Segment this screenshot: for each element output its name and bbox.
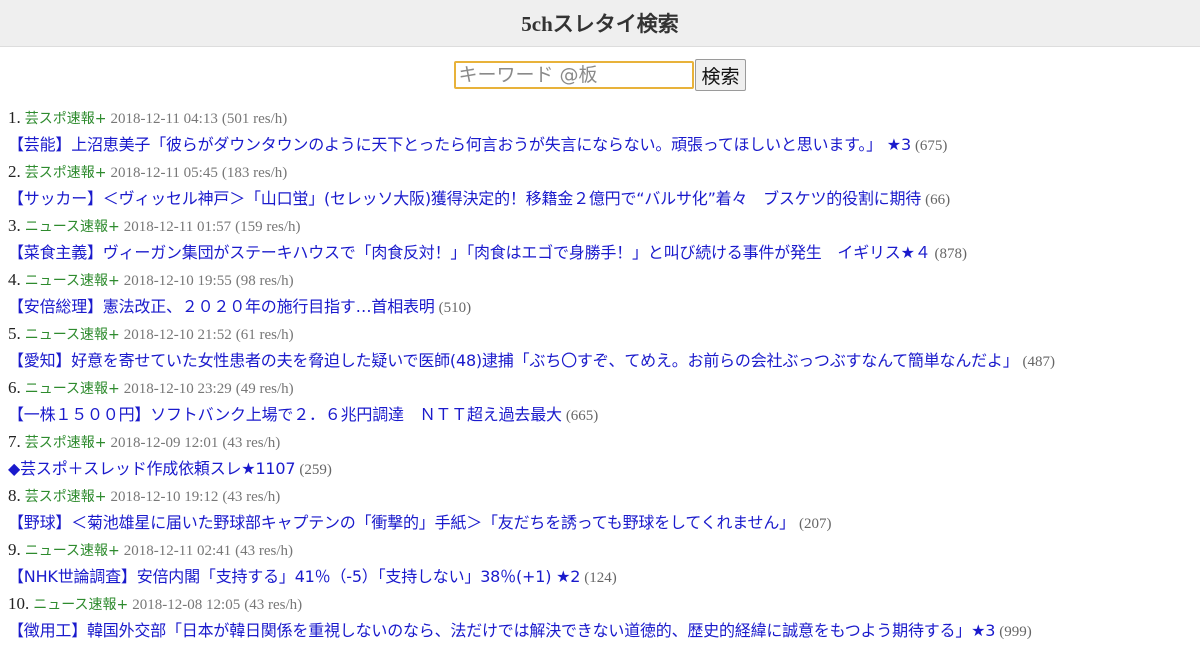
result-meta: 7. 芸スポ速報+ 2018-12-09 12:01 (43 res/h)	[8, 428, 1055, 455]
response-count: (124)	[584, 570, 617, 586]
response-count: (665)	[565, 408, 599, 424]
result-meta: 1. 芸スポ速報+ 2018-12-11 04:13 (501 res/h)	[8, 104, 1055, 131]
result-item: 4. ニュース速報+ 2018-12-10 19:55 (98 res/h) 【安…	[8, 266, 1055, 320]
response-count: (207)	[798, 516, 832, 532]
result-title-line: 【菜食主義】ヴィーガン集団がステーキハウスで「肉食反対！」「肉食はエゴで身勝手！…	[8, 239, 1055, 266]
result-number: 10.	[8, 594, 30, 613]
result-meta: 3. ニュース速報+ 2018-12-11 01:57 (159 res/h)	[8, 212, 1055, 239]
board-name: ニュース速報+	[24, 219, 120, 235]
result-timestamp: 2018-12-11 05:45	[110, 165, 218, 181]
thread-title-link[interactable]: 【芸能】上沼恵美子「彼らがダウンタウンのように天下とったら何言おうが失言にならな…	[8, 135, 911, 154]
thread-title-link[interactable]: 【菜食主義】ヴィーガン集団がステーキハウスで「肉食反対！」「肉食はエゴで身勝手！…	[8, 243, 931, 262]
result-rate: (49 res/h)	[235, 381, 294, 397]
site-title: 5chスレタイ検索	[521, 12, 679, 36]
result-item: 8. 芸スポ速報+ 2018-12-10 19:12 (43 res/h) 【野球…	[8, 482, 1055, 536]
result-timestamp: 2018-12-08 12:05	[132, 597, 241, 613]
thread-title-link[interactable]: 【一株１５００円】ソフトバンク上場で２．６兆円調達 ＮＴＴ超え過去最大	[8, 405, 562, 424]
result-timestamp: 2018-12-10 21:52	[123, 327, 232, 343]
result-number: 7.	[8, 432, 21, 451]
result-timestamp: 2018-12-11 01:57	[123, 219, 232, 235]
site-header: 5chスレタイ検索	[0, 0, 1200, 47]
response-count: (675)	[914, 138, 948, 154]
result-meta: 4. ニュース速報+ 2018-12-10 19:55 (98 res/h)	[8, 266, 1055, 293]
result-rate: (501 res/h)	[221, 111, 288, 127]
result-meta: 5. ニュース速報+ 2018-12-10 21:52 (61 res/h)	[8, 320, 1055, 347]
result-title-line: 【芸能】上沼恵美子「彼らがダウンタウンのように天下とったら何言おうが失言にならな…	[8, 131, 1055, 158]
result-number: 5.	[8, 324, 21, 343]
result-title-line: 【NHK世論調査】安倍内閣「支持する」41％（-5）「支持しない」38％(+1)…	[8, 563, 1055, 590]
result-item: 1. 芸スポ速報+ 2018-12-11 04:13 (501 res/h) 【芸…	[8, 104, 1055, 158]
response-count: (66)	[925, 192, 951, 208]
response-count: (487)	[1022, 354, 1056, 370]
result-rate: (43 res/h)	[222, 435, 281, 451]
result-item: 3. ニュース速報+ 2018-12-11 01:57 (159 res/h) 【…	[8, 212, 1055, 266]
board-name: ニュース速報+	[24, 273, 120, 289]
result-item: 7. 芸スポ速報+ 2018-12-09 12:01 (43 res/h) ◆芸ス…	[8, 428, 1055, 482]
board-name: 芸スポ速報+	[24, 111, 107, 127]
result-title-line: ◆芸スポ＋スレッド作成依頼スレ★1107 (259)	[8, 455, 1055, 482]
result-timestamp: 2018-12-10 19:55	[123, 273, 232, 289]
response-count: (510)	[438, 300, 472, 316]
response-count: (259)	[299, 462, 332, 478]
result-rate: (43 res/h)	[244, 597, 303, 613]
thread-title-link[interactable]: 【徴用工】韓国外交部「日本が韓日関係を重視しないのなら、法だけでは解決できない道…	[8, 621, 995, 640]
result-title-line: 【野球】＜菊池雄星に届いた野球部キャプテンの「衝撃的」手紙＞「友だちを誘っても野…	[8, 509, 1055, 536]
result-rate: (43 res/h)	[235, 543, 294, 559]
result-number: 6.	[8, 378, 21, 397]
result-number: 1.	[8, 108, 21, 127]
thread-title-link[interactable]: 【サッカー】＜ヴィッセル神戸＞「山口蛍」(セレッソ大阪)獲得決定的！移籍金２億円…	[8, 189, 921, 208]
result-title-line: 【愛知】好意を寄せていた女性患者の夫を脅迫した疑いで医師(48)逮捕「ぶち〇すぞ…	[8, 347, 1055, 374]
result-item: 10. ニュース速報+ 2018-12-08 12:05 (43 res/h) 【…	[8, 590, 1055, 644]
board-name: 芸スポ速報+	[24, 435, 107, 451]
result-number: 8.	[8, 486, 21, 505]
board-name: 芸スポ速報+	[24, 489, 107, 505]
result-item: 2. 芸スポ速報+ 2018-12-11 05:45 (183 res/h) 【サ…	[8, 158, 1055, 212]
search-input[interactable]	[454, 61, 695, 89]
result-rate: (43 res/h)	[222, 489, 281, 505]
board-name: 芸スポ速報+	[24, 165, 107, 181]
thread-title-link[interactable]: 【安倍総理】憲法改正、２０２０年の施行目指す…首相表明	[8, 297, 435, 316]
thread-title-link[interactable]: 【野球】＜菊池雄星に届いた野球部キャプテンの「衝撃的」手紙＞「友だちを誘っても野…	[8, 513, 795, 532]
result-title-line: 【一株１５００円】ソフトバンク上場で２．６兆円調達 ＮＴＴ超え過去最大 (665)	[8, 401, 1055, 428]
result-rate: (61 res/h)	[235, 327, 294, 343]
result-meta: 6. ニュース速報+ 2018-12-10 23:29 (49 res/h)	[8, 374, 1055, 401]
result-rate: (183 res/h)	[221, 165, 288, 181]
thread-title-link[interactable]: 【NHK世論調査】安倍内閣「支持する」41％（-5）「支持しない」38％(+1)…	[8, 567, 580, 586]
response-count: (878)	[934, 246, 968, 262]
search-bar: 検索	[0, 59, 1200, 91]
result-rate: (98 res/h)	[235, 273, 294, 289]
board-name: ニュース速報+	[24, 381, 120, 397]
result-meta: 9. ニュース速報+ 2018-12-11 02:41 (43 res/h)	[8, 536, 1055, 563]
result-meta: 8. 芸スポ速報+ 2018-12-10 19:12 (43 res/h)	[8, 482, 1055, 509]
result-item: 9. ニュース速報+ 2018-12-11 02:41 (43 res/h) 【N…	[8, 536, 1055, 590]
result-number: 3.	[8, 216, 21, 235]
result-number: 9.	[8, 540, 21, 559]
result-title-line: 【徴用工】韓国外交部「日本が韓日関係を重視しないのなら、法だけでは解決できない道…	[8, 617, 1055, 644]
thread-title-link[interactable]: 【愛知】好意を寄せていた女性患者の夫を脅迫した疑いで医師(48)逮捕「ぶち〇すぞ…	[8, 351, 1019, 370]
result-item: 5. ニュース速報+ 2018-12-10 21:52 (61 res/h) 【愛…	[8, 320, 1055, 374]
result-number: 4.	[8, 270, 21, 289]
board-name: ニュース速報+	[24, 543, 120, 559]
board-name: ニュース速報+	[24, 327, 120, 343]
board-name: ニュース速報+	[33, 597, 129, 613]
thread-title-link[interactable]: ◆芸スポ＋スレッド作成依頼スレ★1107	[8, 459, 296, 478]
response-count: (999)	[999, 624, 1032, 640]
search-button[interactable]: 検索	[695, 59, 746, 91]
result-timestamp: 2018-12-09 12:01	[110, 435, 219, 451]
result-title-line: 【サッカー】＜ヴィッセル神戸＞「山口蛍」(セレッソ大阪)獲得決定的！移籍金２億円…	[8, 185, 1055, 212]
result-timestamp: 2018-12-11 02:41	[123, 543, 232, 559]
result-title-line: 【安倍総理】憲法改正、２０２０年の施行目指す…首相表明 (510)	[8, 293, 1055, 320]
result-timestamp: 2018-12-10 23:29	[123, 381, 232, 397]
result-timestamp: 2018-12-11 04:13	[110, 111, 218, 127]
result-rate: (159 res/h)	[235, 219, 301, 235]
result-number: 2.	[8, 162, 21, 181]
result-meta: 10. ニュース速報+ 2018-12-08 12:05 (43 res/h)	[8, 590, 1055, 617]
result-meta: 2. 芸スポ速報+ 2018-12-11 05:45 (183 res/h)	[8, 158, 1055, 185]
result-item: 6. ニュース速報+ 2018-12-10 23:29 (49 res/h) 【一…	[8, 374, 1055, 428]
results-list: 1. 芸スポ速報+ 2018-12-11 04:13 (501 res/h) 【芸…	[0, 104, 1055, 644]
result-timestamp: 2018-12-10 19:12	[110, 489, 219, 505]
